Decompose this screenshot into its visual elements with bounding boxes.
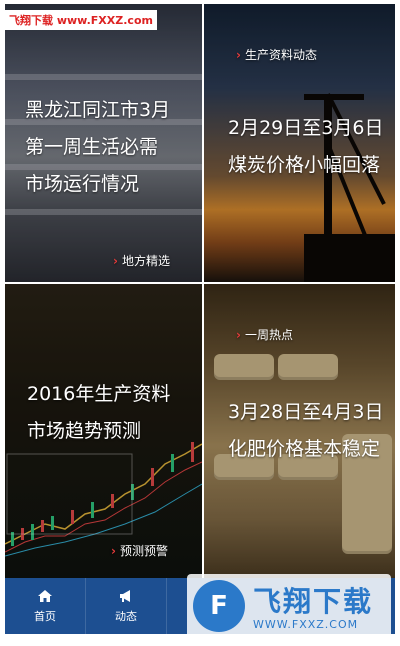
- caption-line: 煤炭价格小幅回落: [228, 154, 381, 176]
- tag-label: 一周热点: [244, 328, 293, 342]
- caption-line: 市场运行情况: [25, 173, 140, 195]
- tile-tag: › 地方精选: [113, 252, 170, 269]
- tab-home[interactable]: 首页: [5, 578, 86, 634]
- caption-line: 市场趋势预测: [27, 420, 142, 442]
- megaphone-icon: [120, 590, 130, 602]
- watermark-url: WWW.FXXZ.COM: [253, 618, 359, 631]
- article-tile-market-forecast[interactable]: 2016年生产资料 市场趋势预测 › 预测预警: [5, 284, 202, 578]
- caption-line: 第一周生活必需: [25, 136, 159, 158]
- tile-caption: 2016年生产资料 市场趋势预测: [27, 376, 170, 450]
- tile-tag: › 预测预警: [111, 542, 168, 559]
- app-screen: 黑龙江同江市3月 第一周生活必需 市场运行情况 › 地方精选 › 生产资料动态 2月…: [5, 4, 395, 642]
- article-tile-coal-price[interactable]: › 生产资料动态 2月29日至3月6日 煤炭价格小幅回落: [204, 4, 395, 282]
- chevron-right-icon: ›: [111, 544, 116, 558]
- caption-line: 黑龙江同江市3月: [25, 99, 171, 121]
- article-tile-local-market[interactable]: 黑龙江同江市3月 第一周生活必需 市场运行情况 › 地方精选: [5, 4, 202, 282]
- caption-line: 3月28日至4月3日: [228, 401, 384, 423]
- fxxz-logo-icon: F: [193, 580, 245, 632]
- tile-caption: 2月29日至3月6日 煤炭价格小幅回落: [228, 110, 383, 184]
- caption-line: 化肥价格基本稳定: [228, 438, 381, 460]
- tag-label: 地方精选: [121, 254, 170, 268]
- chevron-right-icon: ›: [236, 48, 241, 62]
- watermark-title: 飞翔下载: [253, 585, 374, 618]
- tile-caption: 3月28日至4月3日 化肥价格基本稳定: [228, 394, 383, 468]
- tag-label: 生产资料动态: [244, 48, 317, 62]
- tag-label: 预测预警: [119, 544, 168, 558]
- article-tile-fertilizer-price[interactable]: › 一周热点 3月28日至4月3日 化肥价格基本稳定: [204, 284, 395, 578]
- tile-tag: › 一周热点: [236, 326, 293, 343]
- tab-label: 首页: [34, 610, 56, 623]
- tab-news[interactable]: 动态: [86, 578, 167, 634]
- tab-label: 动态: [115, 610, 137, 623]
- caption-line: 2月29日至3月6日: [228, 117, 384, 139]
- home-icon: [38, 590, 52, 602]
- tile-tag: › 生产资料动态: [236, 46, 317, 63]
- caption-line: 2016年生产资料: [27, 383, 171, 405]
- watermark-badge: F 飞翔下载 WWW.FXXZ.COM: [187, 574, 391, 638]
- tile-caption: 黑龙江同江市3月 第一周生活必需 市场运行情况: [25, 92, 170, 203]
- chevron-right-icon: ›: [236, 328, 241, 342]
- chevron-right-icon: ›: [113, 254, 118, 268]
- watermark-text: 飞翔下载 www.FXXZ.com: [5, 10, 157, 30]
